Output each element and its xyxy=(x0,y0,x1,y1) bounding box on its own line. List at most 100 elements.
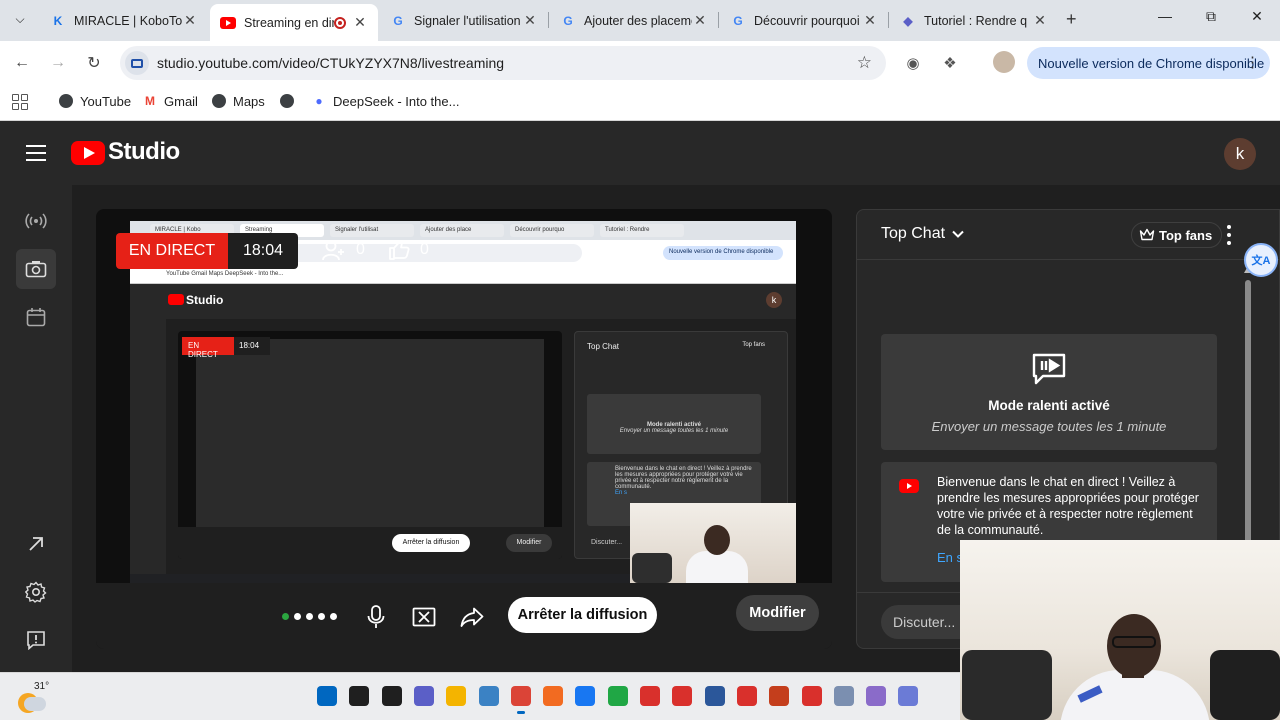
open-external-arrow-icon[interactable] xyxy=(20,528,52,560)
word-icon[interactable] xyxy=(704,686,725,706)
wps-icon[interactable] xyxy=(672,686,693,706)
close-icon[interactable]: ✕ xyxy=(692,12,708,29)
close-icon[interactable]: ✕ xyxy=(1032,12,1048,29)
wps-icon[interactable] xyxy=(801,686,822,706)
close-icon[interactable]: ✕ xyxy=(862,12,878,29)
bookmark-star-icon[interactable]: ☆ xyxy=(857,53,872,73)
chrome-update-button[interactable]: Nouvelle version de Chrome disponible ⋮ xyxy=(1027,47,1270,79)
back-icon[interactable]: ← xyxy=(11,52,33,74)
window-close-icon[interactable]: ✕ xyxy=(1234,8,1280,25)
bookmark-youtube[interactable]: YouTube xyxy=(58,93,131,109)
profile-avatar[interactable] xyxy=(993,51,1015,73)
bookmark-globe[interactable] xyxy=(279,93,301,109)
chat-mode-dropdown[interactable]: Top Chat xyxy=(881,225,966,243)
scroll-thumb[interactable] xyxy=(1245,280,1251,576)
close-icon[interactable]: ✕ xyxy=(522,12,538,29)
bookmark-deepseek[interactable]: ● DeepSeek - Into the... xyxy=(311,93,459,109)
preview-webcam xyxy=(630,503,796,583)
stream-broadcast-icon[interactable] xyxy=(20,205,52,237)
chat-more-options-icon[interactable] xyxy=(1221,225,1237,245)
temperature: 31° xyxy=(34,681,50,692)
apps-grid-icon[interactable] xyxy=(12,94,28,110)
viewers-icon xyxy=(322,240,344,261)
browser-tab-active[interactable]: Streaming en direct - YouTube Studio ✕ xyxy=(210,4,378,41)
chat-header: Top Chat Top fans xyxy=(857,210,1279,260)
app-icon[interactable] xyxy=(833,686,854,706)
browser-tab[interactable]: G Découvrir pourquoi ✕ xyxy=(720,6,888,35)
preview-tab: Ajouter des place xyxy=(420,224,504,237)
chrome-icon[interactable] xyxy=(510,686,531,714)
browser-tab[interactable]: G Ajouter des placements ✕ xyxy=(550,6,718,35)
app-icon[interactable] xyxy=(607,686,628,706)
app-icon[interactable] xyxy=(478,686,499,706)
restore-icon[interactable]: ⧉ xyxy=(1188,8,1234,25)
windows-start-icon[interactable] xyxy=(317,686,337,706)
task-view-icon[interactable] xyxy=(381,686,402,706)
chat-scrollbar[interactable] xyxy=(1244,266,1252,576)
bookmark-maps[interactable]: Maps xyxy=(211,93,265,109)
facebook-icon[interactable] xyxy=(575,686,596,706)
browser-tab[interactable]: ◆ Tutoriel : Rendre q ✕ xyxy=(890,6,1058,35)
share-icon[interactable] xyxy=(460,605,484,629)
stop-stream-button[interactable]: Arrêter la diffusion xyxy=(508,597,657,633)
preview-modify-button: Modifier xyxy=(506,534,552,552)
translate-icon[interactable]: 文A xyxy=(1244,243,1278,277)
preview-welcome-link: En s xyxy=(615,490,628,496)
tab-separator xyxy=(548,12,549,28)
weather-widget[interactable]: 31° xyxy=(14,679,54,715)
stream-health-dots xyxy=(282,613,337,620)
close-icon[interactable]: ✕ xyxy=(182,12,198,29)
tab-title: Signaler l'utilisation xyxy=(414,13,521,28)
settings-gear-icon[interactable] xyxy=(20,576,52,608)
tab-separator xyxy=(888,12,889,28)
feedback-icon[interactable] xyxy=(20,624,52,656)
close-icon[interactable]: ✕ xyxy=(352,14,368,31)
app-icon[interactable] xyxy=(543,686,564,706)
url-text[interactable]: studio.youtube.com/video/CTUkYZYX7N8/liv… xyxy=(157,55,504,71)
browser-tab[interactable]: K MIRACLE | KoboToolbox ✕ xyxy=(40,6,208,35)
thumbs-up-icon xyxy=(389,240,410,260)
account-avatar[interactable]: k xyxy=(1224,138,1256,170)
extensions-puzzle-icon[interactable]: ❖ xyxy=(939,52,961,74)
tab-separator xyxy=(718,12,719,28)
hamburger-menu-icon[interactable] xyxy=(26,145,46,161)
app-icon[interactable] xyxy=(866,686,887,706)
youtube-logo-icon[interactable] xyxy=(71,141,105,165)
minimize-icon[interactable]: — xyxy=(1142,8,1188,24)
stream-controls-bar: Arrêter la diffusion Modifier xyxy=(96,583,832,649)
chair xyxy=(962,650,1052,720)
top-fans-button[interactable]: Top fans xyxy=(1131,222,1223,248)
reload-icon[interactable]: ↻ xyxy=(83,52,105,74)
bookmark-gmail[interactable]: M Gmail xyxy=(142,93,198,109)
powerpoint-icon[interactable] xyxy=(769,686,790,706)
camera-off-icon[interactable] xyxy=(412,605,436,629)
webcam-camera-icon[interactable] xyxy=(16,249,56,289)
forward-icon[interactable]: → xyxy=(47,52,69,74)
recording-icon xyxy=(334,16,346,29)
teams-icon[interactable] xyxy=(413,686,434,706)
studio-logo-text[interactable]: Studio xyxy=(108,138,180,166)
tab-title: MIRACLE | KoboToolbox xyxy=(74,13,182,28)
new-tab-icon[interactable]: + xyxy=(1066,9,1077,30)
preview-live-time: 18:04 xyxy=(234,337,270,355)
chevron-down-icon xyxy=(952,230,964,238)
app-icon[interactable] xyxy=(898,686,919,706)
viewer-count-value: 0 xyxy=(356,241,365,258)
file-explorer-icon[interactable] xyxy=(446,686,467,706)
search-icon[interactable] xyxy=(349,686,370,706)
wps-icon[interactable] xyxy=(640,686,660,706)
studio-sidebar xyxy=(0,185,72,673)
slow-mode-icon xyxy=(1032,353,1066,385)
microphone-icon[interactable] xyxy=(364,605,388,629)
modify-button[interactable]: Modifier xyxy=(736,595,819,631)
address-bar[interactable]: studio.youtube.com/video/CTUkYZYX7N8/liv… xyxy=(120,46,886,80)
wps-icon[interactable] xyxy=(736,686,757,706)
incognito-extension-icon[interactable]: ◉ xyxy=(902,52,924,74)
studio-header: Studio k xyxy=(0,121,1280,185)
site-info-icon[interactable] xyxy=(125,51,149,75)
browser-tab[interactable]: G Signaler l'utilisation ✕ xyxy=(380,6,548,35)
tab-search-icon[interactable]: ⌵ xyxy=(8,7,32,31)
menu-dots-icon[interactable]: ⋮ xyxy=(1245,53,1260,71)
calendar-icon[interactable] xyxy=(20,301,52,333)
google-icon: G xyxy=(393,13,403,28)
